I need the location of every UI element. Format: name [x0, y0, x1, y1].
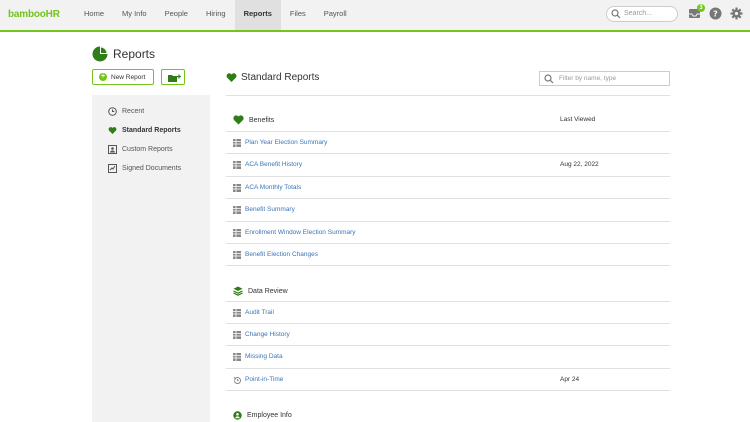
nav-reports[interactable]: Reports: [234, 0, 281, 30]
recent-icon: [108, 107, 117, 116]
top-navigation-bar: bambooHR Home My Info People Hiring Repo…: [0, 0, 750, 32]
table-row[interactable]: Benefit Election Changes: [226, 243, 670, 266]
search-placeholder: Search...: [624, 10, 653, 17]
table-icon: [233, 184, 241, 192]
section-data-review: Data Review: [233, 286, 288, 296]
nav-files[interactable]: Files: [281, 0, 315, 30]
filter-reports-input[interactable]: Filter by name, type: [539, 71, 670, 86]
gear-icon: [730, 7, 743, 20]
inbox-button[interactable]: 3: [688, 4, 705, 20]
custom-reports-icon: [108, 145, 117, 154]
history-icon: [233, 377, 241, 384]
sidebar-item-label: Custom Reports: [122, 146, 173, 153]
settings-button[interactable]: [730, 7, 743, 20]
report-link[interactable]: Missing Data: [245, 353, 283, 360]
sidebar-item-custom-reports[interactable]: Custom Reports: [108, 145, 173, 154]
table-icon: [233, 229, 241, 237]
table-icon: [233, 206, 241, 214]
nav-people[interactable]: People: [156, 0, 197, 30]
report-link[interactable]: Plan Year Election Summary: [245, 139, 327, 146]
person-icon: [233, 411, 242, 420]
table-row[interactable]: Benefit Summary: [226, 198, 670, 220]
page-title: Reports: [113, 47, 156, 61]
nav-home[interactable]: Home: [75, 0, 113, 30]
pie-chart-icon: [92, 46, 108, 62]
report-link[interactable]: ACA Benefit History: [245, 161, 302, 168]
table-row[interactable]: Missing Data: [226, 345, 670, 367]
new-report-button[interactable]: + New Report: [92, 69, 154, 85]
table-row[interactable]: Plan Year Election Summary: [226, 131, 670, 153]
table-icon: [233, 251, 241, 259]
table-row[interactable]: Change History: [226, 323, 670, 345]
main-nav: Home My Info People Hiring Reports Files…: [75, 0, 356, 30]
table-row[interactable]: Audit Trail: [226, 301, 670, 323]
search-icon: [611, 9, 621, 19]
standard-reports-header: Standard Reports: [226, 72, 319, 83]
sidebar-item-recent[interactable]: Recent: [108, 107, 144, 116]
last-viewed-date: Aug 22, 2022: [560, 161, 599, 168]
table-icon: [233, 309, 241, 317]
section-benefits: Benefits: [233, 115, 274, 125]
new-folder-button[interactable]: [161, 69, 185, 85]
report-link[interactable]: Change History: [245, 331, 290, 338]
help-button[interactable]: ?: [709, 7, 722, 20]
svg-text:?: ?: [713, 10, 718, 19]
reports-sidebar: Recent Standard Reports Custom Reports S…: [92, 95, 210, 422]
table-row[interactable]: Enrollment Window Election Summary: [226, 221, 670, 243]
section-title: Benefits: [249, 116, 275, 124]
section-title: Standard Reports: [241, 72, 320, 83]
table-row[interactable]: ACA Monthly Totals: [226, 176, 670, 198]
sidebar-item-standard-reports[interactable]: Standard Reports: [108, 126, 181, 135]
table-icon: [233, 353, 241, 361]
table-row[interactable]: Point-in-Time Apr 24: [226, 368, 670, 391]
section-title: Employee Info: [247, 412, 292, 419]
nav-payroll[interactable]: Payroll: [315, 0, 356, 30]
heart-icon: [233, 115, 244, 125]
table-icon: [233, 139, 241, 147]
report-link[interactable]: Enrollment Window Election Summary: [245, 229, 356, 236]
table-icon: [233, 161, 241, 169]
sidebar-item-signed-documents[interactable]: Signed Documents: [108, 164, 181, 173]
plus-circle-icon: +: [99, 73, 107, 81]
add-folder-icon: [168, 74, 181, 82]
page-header: Reports: [92, 46, 155, 62]
standard-reports-icon: [108, 127, 117, 134]
sidebar-item-label: Standard Reports: [122, 127, 181, 134]
bamboohr-logo[interactable]: bambooHR: [8, 9, 60, 20]
help-icon: ?: [709, 7, 722, 20]
search-icon: [544, 74, 554, 84]
report-link[interactable]: Point-in-Time: [245, 376, 283, 383]
signed-documents-icon: [108, 164, 117, 173]
notification-badge: 3: [697, 4, 705, 12]
section-title: Data Review: [248, 287, 288, 295]
last-viewed-date: Apr 24: [560, 376, 580, 383]
table-row[interactable]: ACA Benefit History Aug 22, 2022: [226, 153, 670, 175]
report-link[interactable]: ACA Monthly Totals: [245, 184, 301, 191]
report-link[interactable]: Benefit Summary: [245, 206, 295, 213]
table-icon: [233, 331, 241, 339]
last-viewed-column-header: Last Viewed: [560, 116, 596, 123]
report-link[interactable]: Benefit Election Changes: [245, 251, 318, 258]
new-report-label: New Report: [111, 73, 146, 81]
filter-placeholder: Filter by name, type: [559, 75, 617, 82]
divider: [226, 95, 670, 96]
sidebar-item-label: Signed Documents: [122, 165, 182, 172]
report-link[interactable]: Audit Trail: [245, 309, 274, 316]
section-employee-info: Employee Info: [233, 411, 292, 420]
nav-hiring[interactable]: Hiring: [197, 0, 235, 30]
global-search-input[interactable]: Search...: [606, 6, 678, 22]
sidebar-item-label: Recent: [122, 108, 145, 115]
standard-reports-icon: [226, 73, 237, 82]
nav-my-info[interactable]: My Info: [113, 0, 156, 30]
layers-icon: [233, 286, 243, 296]
